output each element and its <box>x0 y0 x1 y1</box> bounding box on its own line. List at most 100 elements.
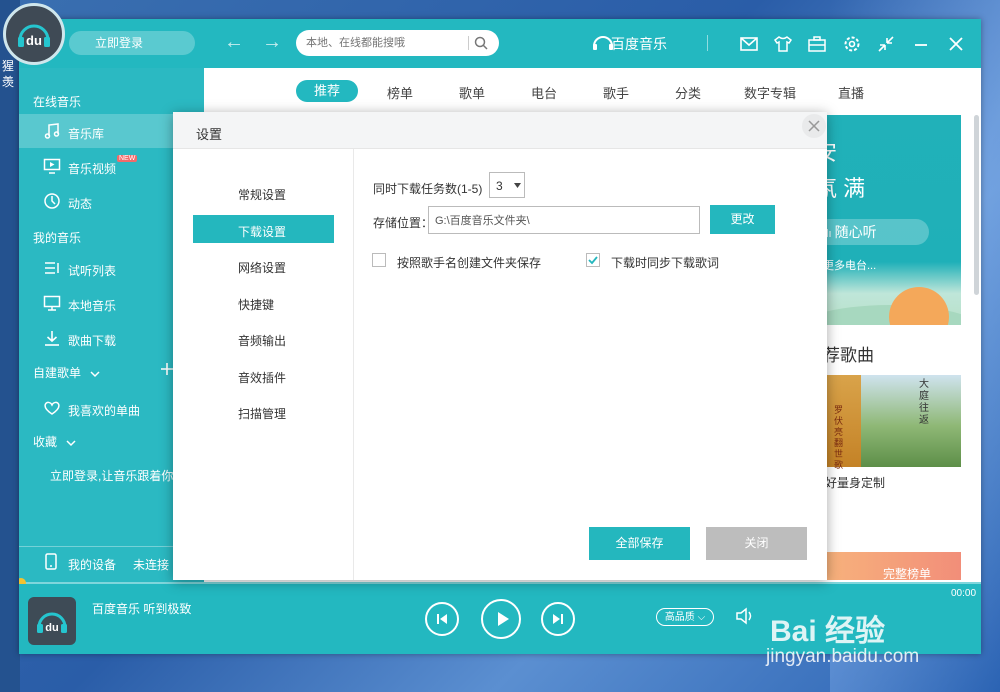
previous-icon <box>437 614 447 624</box>
menu-shortcuts[interactable]: 快捷键 <box>193 288 334 316</box>
menu-label: 音效插件 <box>238 371 287 385</box>
toolbox-icon[interactable] <box>807 34 827 54</box>
menu-label: 扫描管理 <box>238 407 287 421</box>
storage-path-input[interactable] <box>429 207 695 233</box>
menu-general-settings[interactable]: 常规设置 <box>193 178 334 206</box>
next-button[interactable] <box>541 602 575 636</box>
add-playlist-icon[interactable] <box>160 362 174 376</box>
close-icon[interactable] <box>946 34 966 54</box>
mail-icon[interactable] <box>739 34 759 54</box>
sidebar-section-custom[interactable]: 自建歌单 <box>33 364 100 381</box>
search-input[interactable] <box>306 30 466 56</box>
recommended-family-photo[interactable]: 大庭往返 <box>861 375 961 467</box>
sidebar-section-collect[interactable]: 收藏 <box>33 433 76 450</box>
forward-arrow-icon[interactable]: → <box>262 31 282 54</box>
recommended-songs-title: 荐歌曲 <box>823 346 874 365</box>
my-device-label[interactable]: 我的设备 <box>68 556 116 573</box>
settings-dialog: 设置 常规设置 下载设置 网络设置 快捷键 音频输出 音效插件 扫描管理 同时下… <box>173 112 827 580</box>
search-box <box>296 30 499 56</box>
skin-shirt-icon[interactable] <box>773 34 793 54</box>
tab-artists[interactable]: 歌手 <box>603 83 629 102</box>
radio-banner[interactable]: 安 氛 满 ılı 随心听 更多电台... <box>809 115 961 325</box>
concurrent-downloads-select[interactable]: 3 <box>489 172 525 198</box>
baidu-music-logo-icon: du <box>37 612 67 634</box>
feed-icon <box>44 193 60 209</box>
sidebar-item-label: 动态 <box>68 197 93 211</box>
menu-audio-output[interactable]: 音频输出 <box>193 324 334 352</box>
dropdown-arrow-icon <box>514 183 521 188</box>
search-icon[interactable] <box>474 36 488 50</box>
quality-label: 高品质 <box>664 612 695 623</box>
music-note-icon <box>44 123 60 139</box>
minimize-icon[interactable] <box>911 34 931 54</box>
tab-recommend[interactable]: 推荐 <box>296 80 359 102</box>
now-playing-title: 百度音乐 听到极致 <box>92 602 192 616</box>
previous-button[interactable] <box>425 602 459 636</box>
sidebar-item-label: 我喜欢的单曲 <box>68 404 141 418</box>
tab-charts[interactable]: 榜单 <box>387 83 413 102</box>
tab-playlists[interactable]: 歌单 <box>459 83 485 102</box>
tab-radio[interactable]: 电台 <box>531 83 557 102</box>
title-divider <box>707 35 708 51</box>
recommended-album-cover[interactable]: 罗伏亮翻世歌 <box>825 375 861 470</box>
tab-categories[interactable]: 分类 <box>675 83 701 102</box>
tab-live[interactable]: 直播 <box>838 83 864 102</box>
album-art[interactable]: du <box>28 597 76 645</box>
heart-icon <box>44 401 60 415</box>
watermark-url: jingyan.baidu.com <box>766 646 920 667</box>
menu-scan-management[interactable]: 扫描管理 <box>193 397 334 425</box>
play-icon <box>498 612 509 626</box>
photo-overlay-text: 大庭往返 <box>919 379 929 426</box>
menu-network-settings[interactable]: 网络设置 <box>193 251 334 279</box>
random-listen-button[interactable]: ılı 随心听 <box>811 219 929 245</box>
quality-selector[interactable]: 高品质 ⌵ <box>656 608 714 626</box>
chevron-down-icon <box>90 371 100 377</box>
sidebar-item-label: 本地音乐 <box>68 299 117 313</box>
watermark-brand: Bai 经验 <box>770 615 886 648</box>
close-dialog-button[interactable]: 关闭 <box>706 527 807 560</box>
sidebar-item-label: 音乐视频 <box>68 162 117 176</box>
storage-path-field[interactable] <box>428 206 700 234</box>
more-radio-link[interactable]: 更多电台... <box>823 257 876 273</box>
music-app-window: 立即登录 ← → 百度音乐 <box>19 19 981 654</box>
title-bar: 立即登录 ← → 百度音乐 <box>19 19 981 68</box>
menu-sound-plugins[interactable]: 音效插件 <box>193 361 334 389</box>
download-icon <box>45 331 59 346</box>
mini-mode-icon[interactable] <box>876 34 896 54</box>
menu-download-settings[interactable]: 下载设置 <box>193 215 334 243</box>
download-lyrics-label: 下载时同步下载歌词 <box>611 256 720 270</box>
login-button[interactable]: 立即登录 <box>69 31 195 55</box>
dialog-header: 设置 <box>173 112 827 149</box>
create-artist-folder-label: 按照歌手名创建文件夹保存 <box>397 256 542 270</box>
concurrent-downloads-value: 3 <box>496 179 503 193</box>
search-separator <box>468 36 469 50</box>
sidebar-section-label: 收藏 <box>33 435 58 449</box>
play-button[interactable] <box>481 599 521 639</box>
gear-icon[interactable] <box>842 34 862 54</box>
download-lyrics-checkbox[interactable] <box>586 253 600 267</box>
new-badge: NEW <box>117 155 138 162</box>
menu-label: 网络设置 <box>238 261 287 275</box>
change-path-button[interactable]: 更改 <box>710 205 775 234</box>
dialog-close-icon[interactable] <box>801 113 827 139</box>
sidebar-item-label: 歌曲下载 <box>68 334 117 348</box>
content-scrollbar[interactable] <box>974 115 979 295</box>
main-tab-bar: 推荐 榜单 歌单 电台 歌手 分类 数字专辑 直播 <box>204 68 981 115</box>
sidebar-section-online: 在线音乐 <box>33 95 82 109</box>
desktop-edge <box>0 0 20 692</box>
baidu-music-logo-icon: du <box>18 24 50 48</box>
concurrent-downloads-label: 同时下载任务数(1-5) <box>373 182 483 196</box>
back-arrow-icon[interactable]: ← <box>224 31 244 54</box>
volume-icon[interactable] <box>735 606 757 626</box>
phone-icon <box>45 553 57 570</box>
full-chart-label: 完整榜单 <box>883 567 932 581</box>
menu-label: 下载设置 <box>238 225 287 239</box>
computer-icon <box>43 295 61 311</box>
svg-text:du: du <box>45 622 58 634</box>
create-artist-folder-checkbox[interactable] <box>372 253 386 267</box>
full-chart-button[interactable]: 完整榜单 <box>825 552 961 581</box>
storage-path-label: 存储位置： <box>373 216 434 230</box>
tab-digital-albums[interactable]: 数字专辑 <box>744 83 796 102</box>
save-all-button[interactable]: 全部保存 <box>589 527 690 560</box>
app-logo[interactable]: du <box>3 3 65 65</box>
